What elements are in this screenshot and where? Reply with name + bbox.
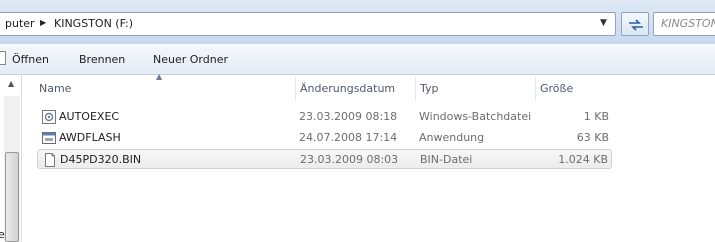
application-icon [42,132,56,144]
column-header-type[interactable]: Typ [415,77,535,101]
address-bar[interactable]: puter ▶ KINGSTON (F:) ▼ [0,12,616,36]
file-type: Anwendung [419,131,485,144]
file-type: BIN-Datei [420,153,473,166]
file-row[interactable]: AUTOEXEC 23.03.2009 08:18 Windows-Batchd… [37,107,612,127]
file-row[interactable]: AWDFLASH 24.07.2008 17:14 Anwendung 63 K… [37,128,612,148]
search-input[interactable]: KINGSTON [653,12,715,36]
open-button[interactable]: Öffnen [12,53,49,66]
file-type: Windows-Batchdatei [419,110,532,123]
breadcrumb-computer[interactable]: puter [5,17,35,30]
file-size: 1.024 KB [558,153,608,166]
column-header-size[interactable]: Größe [535,77,615,101]
file-size: 1 KB [583,110,609,123]
search-placeholder: KINGSTON [661,17,715,30]
address-dropdown-icon[interactable]: ▼ [600,18,607,28]
column-header-name[interactable]: Name [35,77,295,101]
breadcrumb-current-drive[interactable]: KINGSTON (F:) [54,17,133,30]
file-modified: 23.03.2009 08:03 [300,153,399,166]
breadcrumb-separator-icon[interactable]: ▶ [40,18,46,27]
new-folder-button[interactable]: Neuer Ordner [153,53,228,66]
generic-file-icon [45,153,55,167]
burn-button[interactable]: Brennen [79,53,125,66]
file-name: AUTOEXEC [59,110,120,123]
file-name: D45PD320.BIN [60,153,142,166]
file-modified: 23.03.2009 08:18 [299,110,398,123]
refresh-button[interactable] [621,12,649,36]
file-row-selected[interactable]: D45PD320.BIN 23.03.2009 08:03 BIN-Datei … [37,149,612,169]
address-bar-strip: puter ▶ KINGSTON (F:) ▼ KINGSTON [0,0,715,44]
scroll-up-arrow-icon[interactable]: ▲ [8,79,14,88]
file-name: AWDFLASH [59,131,121,144]
batch-file-icon [42,110,56,124]
open-icon[interactable] [0,51,6,65]
nav-item-partial[interactable]: e [0,228,5,241]
column-header-modified[interactable]: Änderungsdatum [295,77,415,101]
command-bar: Öffnen Brennen Neuer Ordner [0,44,715,75]
file-modified: 24.07.2008 17:14 [299,131,398,144]
refresh-icon [629,19,643,31]
explorer-window: puter ▶ KINGSTON (F:) ▼ KINGSTON Öffnen … [0,0,715,242]
file-size: 63 KB [576,131,609,144]
nav-scrollbar-thumb[interactable] [5,152,19,242]
